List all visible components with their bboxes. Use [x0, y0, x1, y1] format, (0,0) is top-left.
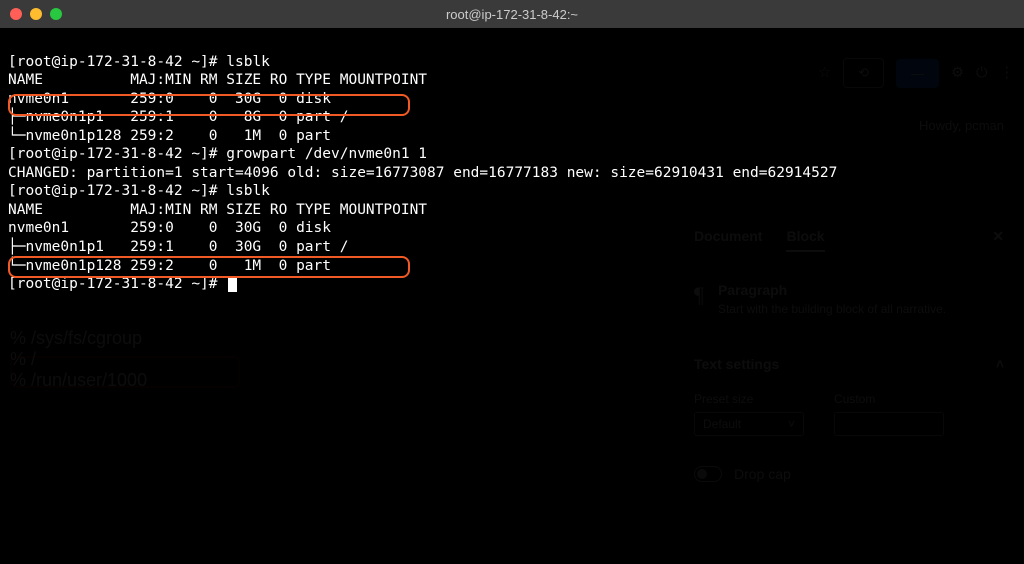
close-window-icon[interactable] — [10, 8, 22, 20]
terminal-line: ├─nvme0n1p1 259:1 0 30G 0 part / — [8, 239, 348, 255]
terminal-line: └─nvme0n1p128 259:2 0 1M 0 part — [8, 128, 331, 144]
bg-preset-label: Preset size — [694, 392, 804, 406]
terminal-line: NAME MAJ:MIN RM SIZE RO TYPE MOUNTPOINT — [8, 72, 427, 88]
bg-custom-input — [834, 412, 944, 436]
bg-faded-terminal: % /sys/fs/cgroup % / % /run/user/1000 — [10, 328, 147, 391]
terminal-line: └─nvme0n1p128 259:2 0 1M 0 part — [8, 258, 331, 274]
bg-text-settings-header: Text settings ˄ — [694, 356, 1004, 372]
terminal-line: [root@ip-172-31-8-42 ~]# — [8, 276, 237, 292]
maximize-window-icon[interactable] — [50, 8, 62, 20]
window-titlebar: root@ip-172-31-8-42:~ — [0, 0, 1024, 28]
bg-preset-select: Default˅ — [694, 412, 804, 436]
toggle-icon — [694, 466, 722, 482]
chevron-up-icon: ˄ — [996, 356, 1004, 372]
cursor-icon — [228, 276, 237, 292]
minimize-window-icon[interactable] — [30, 8, 42, 20]
window-controls[interactable] — [10, 8, 62, 20]
bg-dropcap-label: Drop cap — [734, 466, 791, 482]
terminal-line: ├─nvme0n1p1 259:1 0 8G 0 part / — [8, 109, 348, 125]
window-title: root@ip-172-31-8-42:~ — [446, 7, 578, 22]
terminal-line: [root@ip-172-31-8-42 ~]# lsblk — [8, 54, 270, 70]
terminal-line: CHANGED: partition=1 start=4096 old: siz… — [8, 165, 837, 181]
bg-custom-label: Custom — [834, 392, 944, 406]
bg-preset-row: Preset size Default˅ Custom — [694, 392, 1004, 436]
terminal-line: NAME MAJ:MIN RM SIZE RO TYPE MOUNTPOINT — [8, 202, 427, 218]
terminal-line: [root@ip-172-31-8-42 ~]# lsblk — [8, 183, 270, 199]
chevron-down-icon: ˅ — [788, 417, 795, 431]
terminal-line: nvme0n1 259:0 0 30G 0 disk — [8, 220, 331, 236]
terminal-line: [root@ip-172-31-8-42 ~]# growpart /dev/n… — [8, 146, 427, 162]
terminal-line: nvme0n1 259:0 0 30G 0 disk — [8, 91, 331, 107]
bg-block-desc: Start with the building block of all nar… — [718, 302, 946, 316]
terminal-output[interactable]: [root@ip-172-31-8-42 ~]# lsblk NAME MAJ:… — [0, 28, 1024, 300]
bg-dropcap-row: Drop cap — [694, 466, 1004, 482]
bg-faded-highlight — [10, 356, 240, 388]
